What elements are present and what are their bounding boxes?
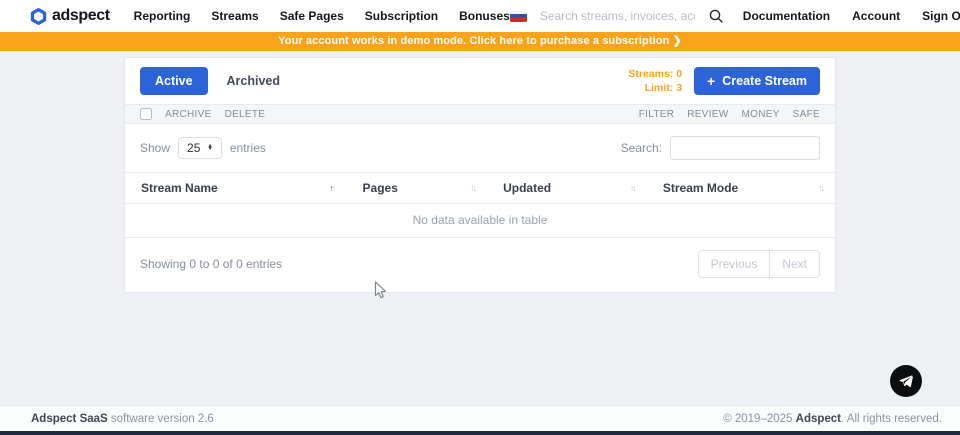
- previous-page-button[interactable]: Previous: [698, 250, 771, 278]
- table-search-input[interactable]: [670, 136, 820, 160]
- column-header-pages[interactable]: Pages ↑↓: [347, 173, 488, 203]
- menu-item-subscription[interactable]: Subscription: [365, 9, 438, 23]
- card-header: Active Archived Streams: 0 Limit: 3 + Cr…: [125, 58, 835, 104]
- main-menu: Reporting Streams Safe Pages Subscriptio…: [134, 9, 510, 23]
- entries-label: entries: [230, 141, 266, 155]
- sort-icon: ↑↓: [630, 183, 637, 193]
- search-icon[interactable]: [709, 9, 723, 23]
- telegram-button[interactable]: [890, 365, 922, 397]
- create-stream-label: Create Stream: [722, 74, 807, 88]
- tab-archived[interactable]: Archived: [227, 74, 281, 88]
- bulk-toolbar: ARCHIVE DELETE FILTER REVIEW MONEY SAFE: [125, 104, 835, 124]
- card-footer: Showing 0 to 0 of 0 entries Previous Nex…: [125, 238, 835, 292]
- menu-item-safe-pages[interactable]: Safe Pages: [280, 9, 344, 23]
- column-header-stream-name[interactable]: Stream Name ↑↓: [125, 173, 347, 203]
- bottom-accent-bar: [0, 431, 960, 435]
- menu-item-bonuses[interactable]: Bonuses: [459, 9, 510, 23]
- sort-icon: ↑↓: [470, 183, 477, 193]
- documentation-link[interactable]: Documentation: [743, 9, 830, 23]
- column-header-updated[interactable]: Updated ↑↓: [487, 173, 647, 203]
- sort-icon: ↑↓: [818, 183, 825, 193]
- plus-icon: +: [707, 74, 715, 88]
- filter-mode-review[interactable]: REVIEW: [687, 109, 728, 120]
- column-header-stream-mode[interactable]: Stream Mode ↑↓: [647, 173, 835, 203]
- mode-filters: FILTER REVIEW MONEY SAFE: [639, 109, 820, 120]
- page-size-select[interactable]: 25 ▲▼: [178, 137, 222, 159]
- empty-table-message: No data available in table: [125, 204, 835, 238]
- table-search-label: Search:: [621, 141, 662, 155]
- streams-count: Streams: 0: [628, 67, 682, 81]
- filter-mode-money[interactable]: MONEY: [742, 109, 780, 120]
- brand-name: adspect: [52, 7, 110, 25]
- page-size-value: 25: [187, 141, 200, 155]
- adspect-logo[interactable]: adspect: [30, 7, 110, 25]
- archive-action[interactable]: ARCHIVE: [165, 109, 212, 120]
- pagination: Previous Next: [698, 250, 820, 278]
- footer-copyright: © 2019–2025 Adspect. All rights reserved…: [723, 413, 942, 425]
- menu-item-reporting[interactable]: Reporting: [134, 9, 191, 23]
- streams-card: Active Archived Streams: 0 Limit: 3 + Cr…: [124, 57, 836, 293]
- demo-mode-banner[interactable]: Your account works in demo mode. Click h…: [0, 32, 960, 51]
- footer-brand: Adspect SaaS: [31, 413, 108, 425]
- footer-version: Adspect SaaS software version 2.6: [31, 413, 214, 425]
- quota-info: Streams: 0 Limit: 3: [628, 67, 682, 95]
- table-search-block: Search:: [621, 136, 820, 160]
- hexagon-logo-icon: [30, 8, 47, 25]
- page-footer: Adspect SaaS software version 2.6 © 2019…: [0, 405, 960, 431]
- streams-limit: Limit: 3: [628, 81, 682, 95]
- bulk-actions: ARCHIVE DELETE: [165, 109, 265, 120]
- table-controls: Show 25 ▲▼ entries Search:: [125, 124, 835, 172]
- russian-flag-icon[interactable]: [510, 11, 527, 22]
- next-page-button[interactable]: Next: [770, 250, 820, 278]
- sort-icon: ↑↓: [330, 183, 337, 193]
- sign-out-link[interactable]: Sign Out: [922, 9, 960, 23]
- navbar-right-links: Documentation Account Sign Out: [743, 9, 960, 23]
- create-stream-button[interactable]: + Create Stream: [694, 67, 820, 95]
- filter-mode-safe[interactable]: SAFE: [793, 109, 820, 120]
- entries-summary: Showing 0 to 0 of 0 entries: [140, 257, 282, 271]
- telegram-icon: [898, 373, 914, 389]
- table-header-row: Stream Name ↑↓ Pages ↑↓ Updated ↑↓ Strea…: [125, 172, 835, 204]
- select-caret-icon: ▲▼: [207, 145, 212, 151]
- global-search-input[interactable]: [540, 9, 695, 23]
- top-navbar: adspect Reporting Streams Safe Pages Sub…: [0, 0, 960, 32]
- menu-item-streams[interactable]: Streams: [211, 9, 258, 23]
- footer-copy-brand: Adspect: [796, 413, 841, 425]
- filter-mode-filter[interactable]: FILTER: [639, 109, 675, 120]
- account-link[interactable]: Account: [852, 9, 900, 23]
- delete-action[interactable]: DELETE: [225, 109, 266, 120]
- show-label: Show: [140, 141, 170, 155]
- select-all-checkbox[interactable]: [140, 108, 152, 120]
- tab-active[interactable]: Active: [140, 67, 208, 95]
